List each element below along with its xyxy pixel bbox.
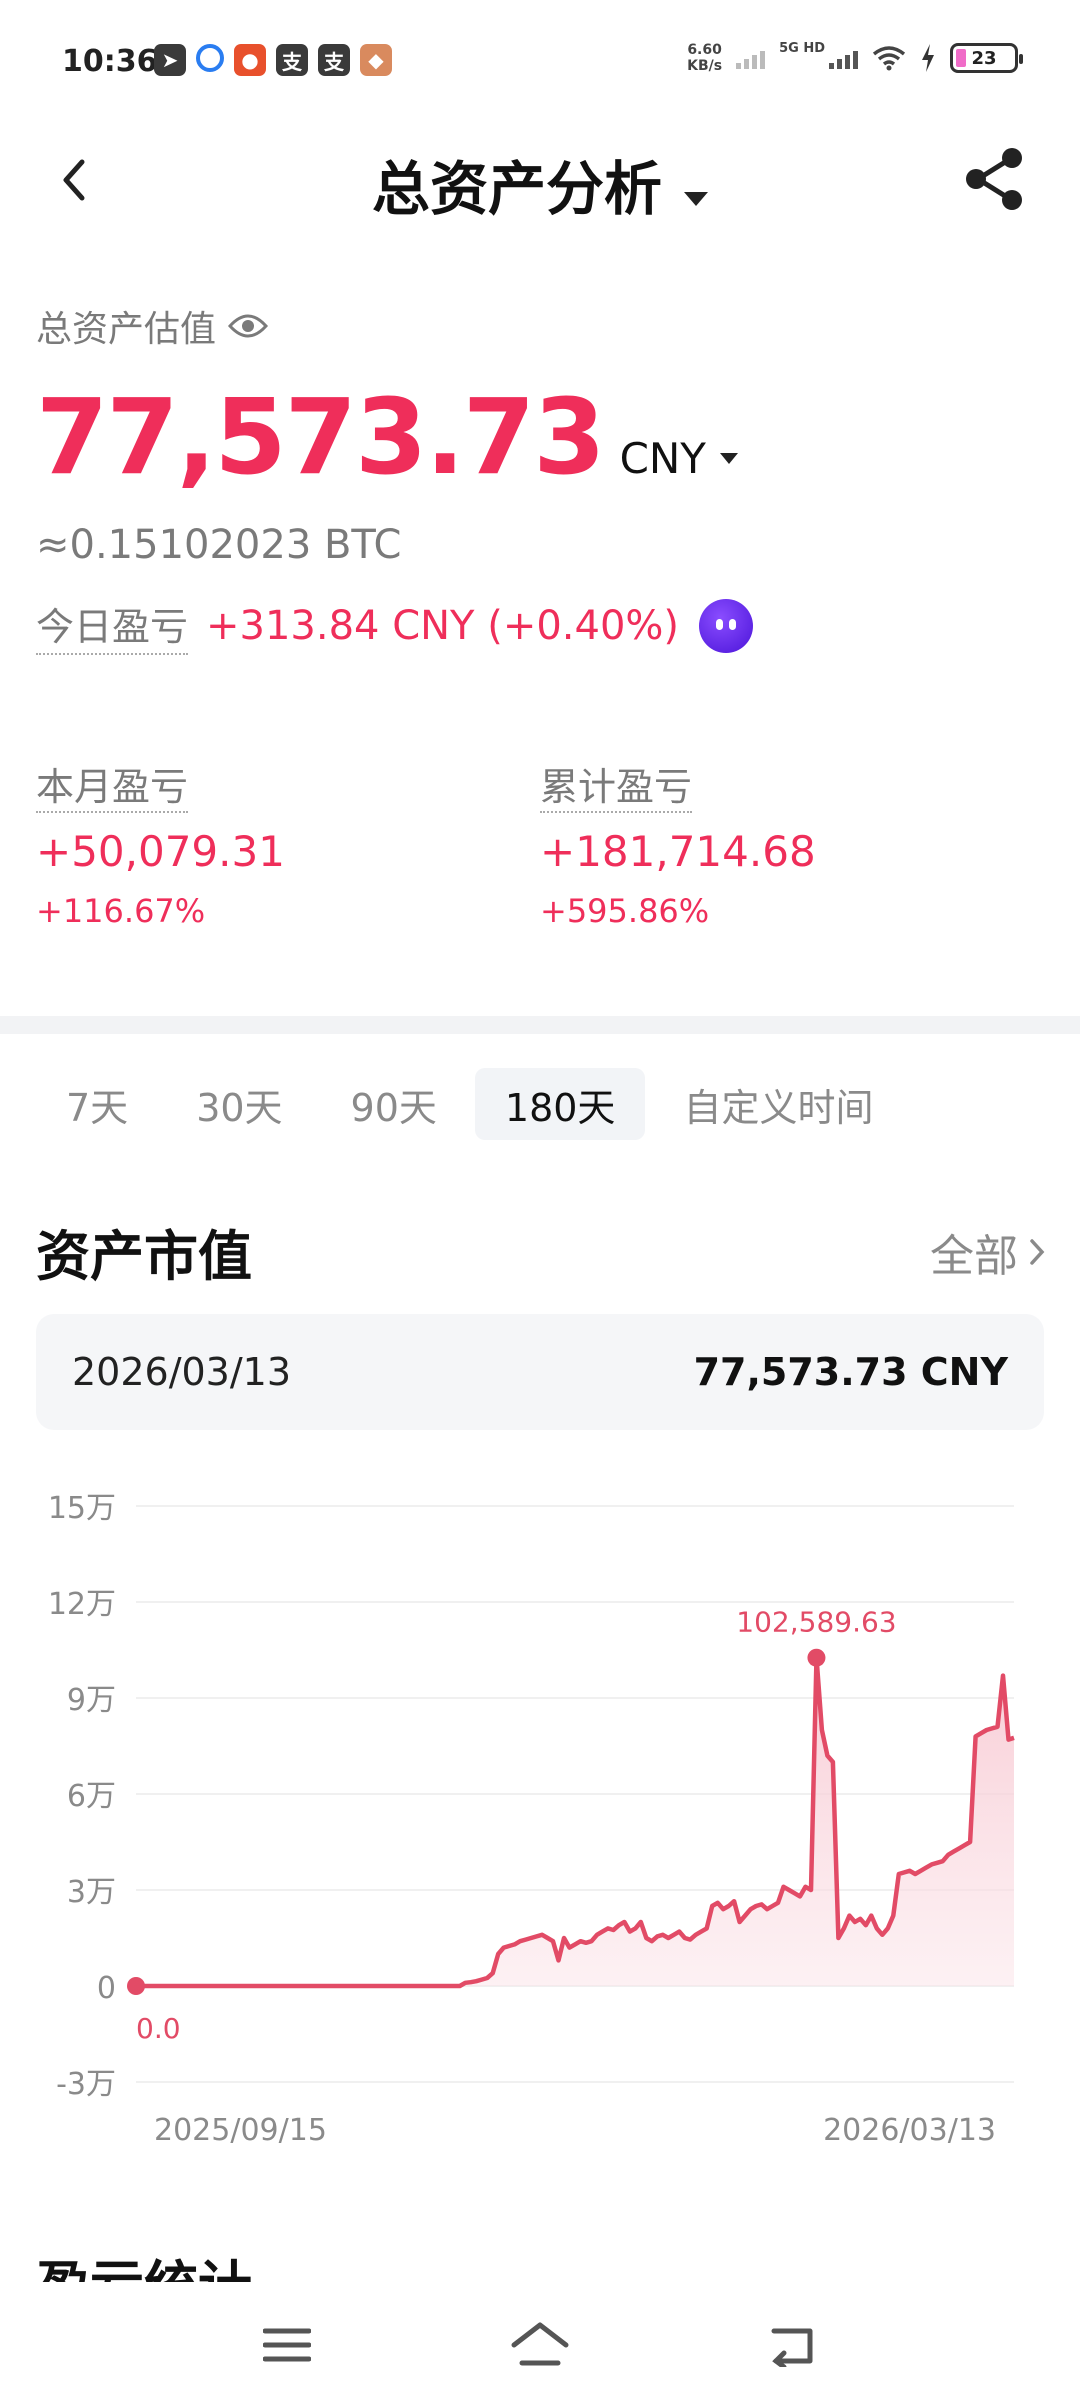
pl-stats-title: 盈亏统计 <box>36 2242 252 2282</box>
max-label: 102,589.63 <box>736 1606 896 1639</box>
system-status: 6.60 KB/s 5G HD 23 <box>687 40 1023 74</box>
month-pl-pct: +116.67% <box>36 892 206 930</box>
total-pl-value: +181,714.68 <box>540 827 816 876</box>
status-time: 10:36 <box>62 44 158 79</box>
header: 总资产分析 <box>0 120 1080 240</box>
total-value-row: 77,573.73 CNY <box>36 376 1046 498</box>
total-label-row: 总资产估值 <box>36 300 1046 352</box>
selected-date: 2026/03/13 <box>72 1350 292 1394</box>
y-tick-label: 0 <box>97 1971 116 2006</box>
tab-7d[interactable]: 7天 <box>36 1068 158 1140</box>
wifi-icon <box>872 46 906 71</box>
share-icon <box>966 148 1022 210</box>
chevron-right-icon <box>1030 1238 1045 1265</box>
section-title: 资产市值 <box>36 1225 252 1288</box>
notification-icons: ➤ ● 支 支 ◆ <box>154 44 392 76</box>
y-tick-label: -3万 <box>56 2067 116 2102</box>
game-app-icon: ◆ <box>360 44 392 76</box>
selected-value: 77,573.73 CNY <box>693 1350 1008 1394</box>
title-dropdown[interactable]: 总资产分析 <box>0 142 1080 226</box>
system-nav-bar <box>0 2282 1080 2408</box>
page-title: 总资产分析 <box>371 155 662 223</box>
taobao-app-icon: ● <box>234 44 266 76</box>
pl-grid: 本月盈亏 +50,079.31 +116.67% 累计盈亏 +181,714.6… <box>36 756 1046 930</box>
menu-button[interactable] <box>247 2305 327 2385</box>
asset-value-chart[interactable]: 15万 12万 9万 6万 3万 0 -3万 0.0 102,589.63 2025/09/15 2… <box>0 1460 1080 2180</box>
total-pl-label[interactable]: 累计盈亏 <box>540 765 693 813</box>
currency-selector[interactable]: CNY <box>620 434 738 483</box>
today-pl-value: +313.84 CNY (+0.40%) <box>206 602 680 649</box>
total-pl-pct: +595.86% <box>540 892 710 930</box>
tab-90d[interactable]: 90天 <box>321 1068 467 1140</box>
month-pl-label[interactable]: 本月盈亏 <box>36 765 189 813</box>
y-tick-label: 12万 <box>48 1587 116 1622</box>
tab-30d[interactable]: 30天 <box>166 1068 312 1140</box>
net-speed: 6.60 KB/s <box>687 42 723 74</box>
mascot-icon[interactable] <box>699 598 754 653</box>
min-label: 0.0 <box>136 2012 181 2045</box>
asset-summary: 总资产估值 77,573.73 CNY ≈0.15102023 BTC 今日盈亏… <box>36 300 1046 655</box>
back-arrow-icon <box>771 2328 813 2367</box>
y-tick-label: 15万 <box>48 1491 116 1526</box>
menu-icon <box>262 2328 311 2362</box>
home-button[interactable] <box>500 2305 580 2385</box>
caret-down-icon <box>684 191 708 206</box>
x-end-label: 2026/03/13 <box>823 2113 996 2148</box>
view-all-link[interactable]: 全部 <box>930 1220 1046 1284</box>
alipay-app-icon-2: 支 <box>318 44 350 76</box>
min-point <box>127 1977 145 1995</box>
section-divider <box>0 1016 1080 1034</box>
network-type: 5G HD <box>779 40 825 56</box>
today-pl-label[interactable]: 今日盈亏 <box>36 596 189 655</box>
tab-custom[interactable]: 自定义时间 <box>653 1068 903 1140</box>
max-point <box>807 1648 826 1667</box>
google-app-icon <box>196 44 224 72</box>
x-start-label: 2025/09/15 <box>154 2113 327 2148</box>
status-bar: 10:36 ➤ ● 支 支 ◆ 6.60 KB/s 5G HD 23 <box>0 0 1080 120</box>
telegram-app-icon: ➤ <box>154 44 186 76</box>
caret-down-icon <box>719 453 738 464</box>
range-tabs: 7天 30天 90天 180天 自定义时间 <box>36 1068 911 1140</box>
total-asset-value: 77,573.73 <box>36 376 606 498</box>
share-button[interactable] <box>962 146 1028 212</box>
battery-icon: 23 <box>950 43 1023 73</box>
y-tick-label: 3万 <box>67 1875 116 1910</box>
eye-icon[interactable] <box>228 312 269 340</box>
month-pl-value: +50,079.31 <box>36 827 285 876</box>
today-pl-row: 今日盈亏 +313.84 CNY (+0.40%) <box>36 596 1046 655</box>
total-pl: 累计盈亏 +181,714.68 +595.86% <box>540 756 1044 930</box>
month-pl: 本月盈亏 +50,079.31 +116.67% <box>36 756 540 930</box>
back-nav-button[interactable] <box>753 2305 833 2385</box>
y-tick-label: 9万 <box>67 1683 116 1718</box>
signal-sim1-icon <box>736 47 766 69</box>
selected-point-card: 2026/03/13 77,573.73 CNY <box>36 1314 1044 1430</box>
alipay-app-icon: 支 <box>276 44 308 76</box>
total-asset-label: 总资产估值 <box>36 309 217 350</box>
series-line <box>136 1655 1015 1989</box>
btc-equivalent: ≈0.15102023 BTC <box>36 522 402 568</box>
charging-icon <box>922 44 934 72</box>
asset-value-header: 资产市值 全部 <box>36 1212 1046 1291</box>
home-icon <box>511 2322 569 2366</box>
signal-sim2-icon <box>829 47 858 69</box>
tab-180d[interactable]: 180天 <box>474 1068 646 1140</box>
y-tick-label: 6万 <box>67 1779 116 1814</box>
